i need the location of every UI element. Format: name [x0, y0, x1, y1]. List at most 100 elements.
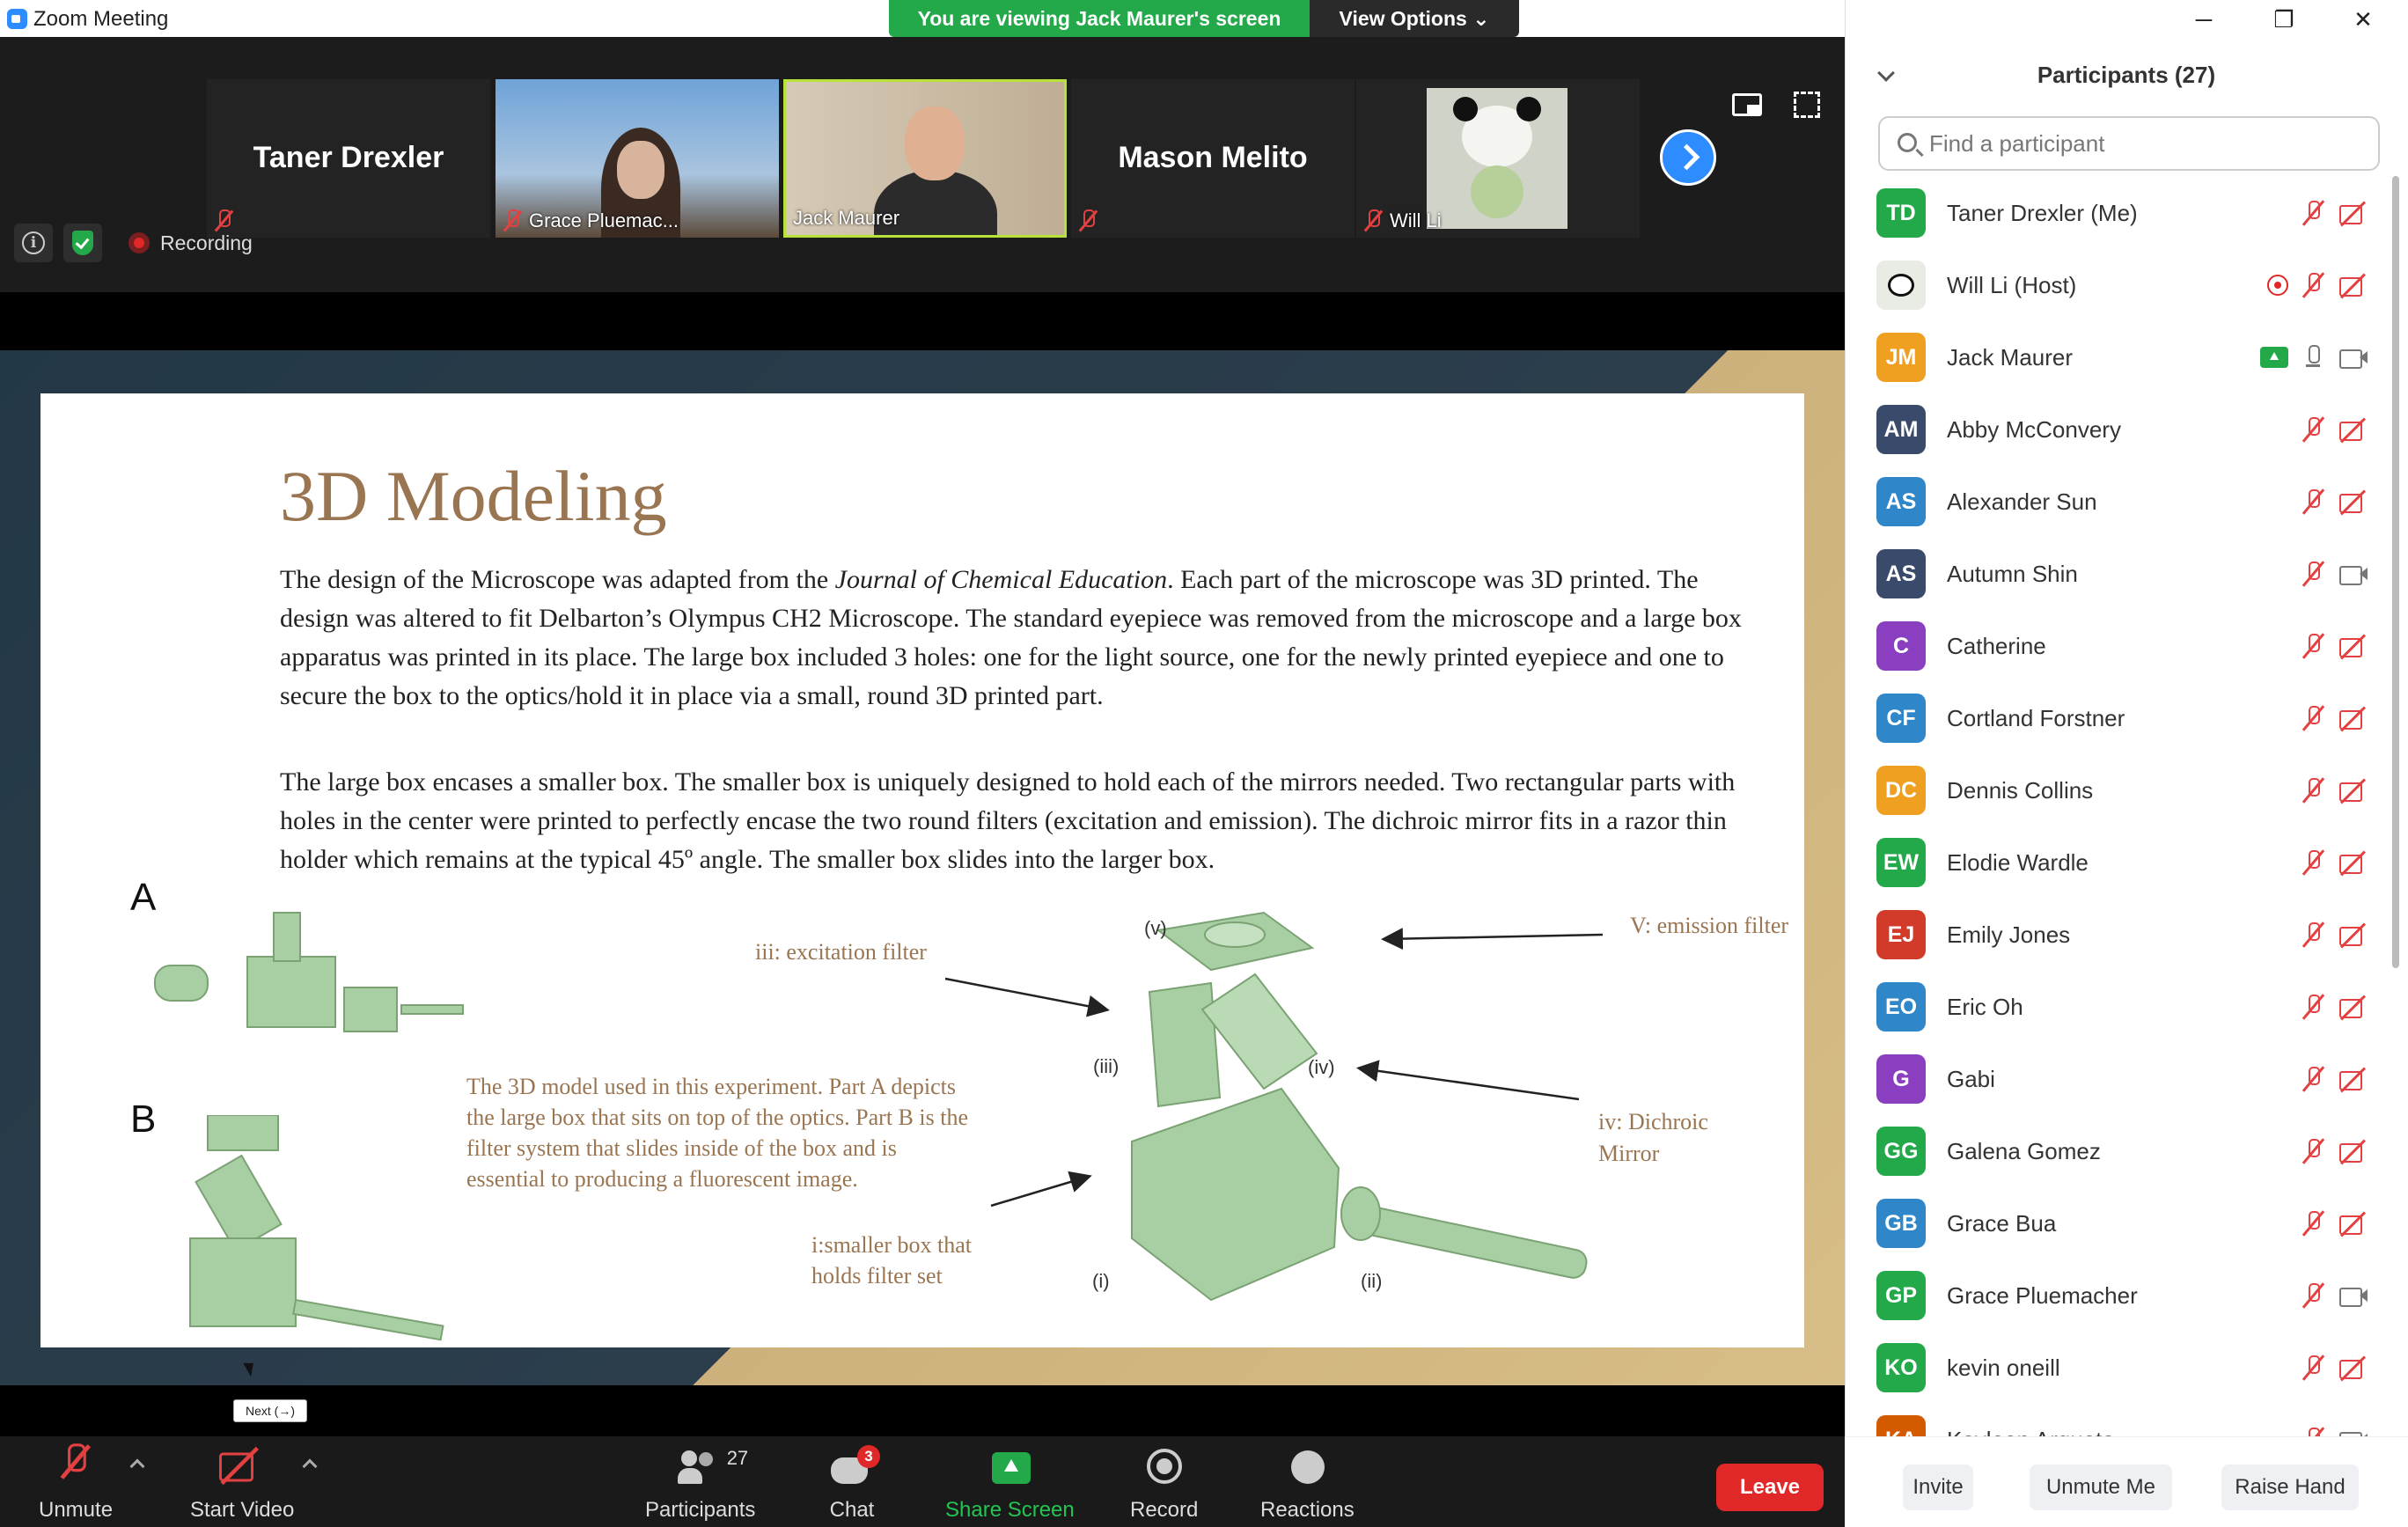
video-off-icon: [2338, 848, 2369, 877]
reactions-smiley-icon: [1291, 1450, 1325, 1484]
participant-status-icons: [2301, 1281, 2369, 1310]
reactions-button[interactable]: Reactions: [1260, 1445, 1354, 1523]
minimize-icon[interactable]: ─: [2182, 4, 2226, 35]
meeting-info-button[interactable]: i: [14, 224, 53, 262]
participant-row[interactable]: KO kevin oneill: [1876, 1341, 2369, 1394]
participant-row[interactable]: Will Li (Host): [1876, 259, 2369, 312]
avatar: EO: [1876, 982, 1926, 1031]
muted-mic-icon: [59, 1443, 90, 1480]
mic-muted-icon: [2301, 1426, 2325, 1436]
next-page-arrow-button[interactable]: [1660, 129, 1716, 186]
participant-row[interactable]: AS Autumn Shin: [1876, 547, 2369, 600]
participant-row[interactable]: TD Taner Drexler (Me): [1876, 187, 2369, 239]
avatar: EW: [1876, 838, 1926, 887]
leave-button[interactable]: Leave: [1716, 1464, 1824, 1511]
avatar: GB: [1876, 1199, 1926, 1248]
participant-row[interactable]: G Gabi: [1876, 1053, 2369, 1105]
participant-row[interactable]: C Catherine: [1876, 620, 2369, 672]
viewing-screen-banner: You are viewing Jack Maurer's screen: [889, 0, 1310, 37]
video-off-icon: [2338, 1065, 2369, 1093]
audio-options-caret[interactable]: [129, 1458, 145, 1474]
close-icon[interactable]: ✕: [2341, 4, 2385, 35]
participant-row[interactable]: EW Elodie Wardle: [1876, 836, 2369, 889]
view-options-button[interactable]: View Options ⌄: [1310, 0, 1519, 37]
participant-row[interactable]: GP Grace Pluemacher: [1876, 1269, 2369, 1322]
video-tile-mason[interactable]: Mason Melito: [1071, 79, 1354, 238]
video-camera-icon: [2338, 343, 2369, 371]
figure-arrows: [944, 928, 1604, 1208]
restore-icon[interactable]: ❐: [2262, 4, 2306, 35]
participant-status-icons: [2301, 1426, 2369, 1436]
participant-row[interactable]: GG Galena Gomez: [1876, 1125, 2369, 1178]
participant-row[interactable]: KAKayleen Argueta: [1876, 1413, 2369, 1436]
share-screen-label: Share Screen: [945, 1498, 1075, 1522]
mic-muted-icon: [2301, 1209, 2325, 1237]
participant-list-scrollbar[interactable]: [2392, 176, 2399, 968]
avatar: G: [1876, 1054, 1926, 1104]
participant-status-icons: [2267, 271, 2369, 299]
avatar: CF: [1876, 694, 1926, 743]
video-camera-icon: [2338, 1281, 2369, 1310]
participant-row[interactable]: AS Alexander Sun: [1876, 475, 2369, 528]
shield-check-icon: [72, 231, 93, 255]
participants-icon: [680, 1450, 697, 1466]
participant-row[interactable]: CF Cortland Forstner: [1876, 692, 2369, 745]
window-controls: ─ ❐ ✕: [1845, 0, 2408, 37]
video-tile-jack-active-speaker[interactable]: Jack Maurer: [783, 79, 1067, 238]
participant-row[interactable]: EJ Emily Jones: [1876, 908, 2369, 961]
participants-button[interactable]: 27 Participants: [645, 1445, 755, 1523]
avatar: KO: [1876, 1343, 1926, 1392]
panda-avatar: [1876, 261, 1926, 310]
start-video-button[interactable]: Start Video: [190, 1445, 294, 1523]
video-off-icon: [217, 1443, 264, 1486]
avatar: EJ: [1876, 910, 1926, 959]
participant-status-icons: [2301, 1354, 2369, 1382]
unmute-me-button[interactable]: Unmute Me: [2030, 1465, 2172, 1510]
record-button[interactable]: Record: [1130, 1445, 1198, 1523]
invite-button[interactable]: Invite: [1903, 1465, 1973, 1510]
reactions-label: Reactions: [1260, 1498, 1354, 1522]
video-camera-icon: [2338, 560, 2369, 588]
participant-status-icons: [2301, 993, 2369, 1021]
participant-row[interactable]: DC Dennis Collins: [1876, 764, 2369, 817]
participant-status-icons: [2301, 921, 2369, 949]
gallery-view-icon[interactable]: [1732, 93, 1762, 116]
participant-status-icons: [2301, 488, 2369, 516]
participant-face: [617, 141, 664, 199]
tile-caption: Grace Pluemac...: [529, 209, 679, 231]
raise-hand-button[interactable]: Raise Hand: [2221, 1465, 2359, 1510]
participant-row[interactable]: EO Eric Oh: [1876, 980, 2369, 1033]
unmute-button[interactable]: Unmute: [39, 1443, 113, 1523]
chat-button[interactable]: 3 Chat: [827, 1445, 880, 1523]
avatar: AM: [1876, 405, 1926, 454]
participant-row[interactable]: JM Jack Maurer: [1876, 331, 2369, 384]
encryption-button[interactable]: [63, 224, 102, 262]
zoom-logo-icon: [7, 9, 27, 29]
mic-muted-icon: [2301, 560, 2325, 588]
video-tile-taner[interactable]: Taner Drexler: [207, 79, 490, 238]
video-options-caret[interactable]: [302, 1458, 318, 1474]
fullscreen-icon[interactable]: [1794, 92, 1820, 118]
tile-caption: Will Li: [1390, 209, 1442, 231]
participants-label: Participants: [645, 1498, 756, 1522]
participant-status-icons: [2301, 1209, 2369, 1237]
avatar: AS: [1876, 477, 1926, 526]
participant-status-icons: [2301, 632, 2369, 660]
video-off-icon: [2338, 921, 2369, 949]
video-off-icon: [2338, 632, 2369, 660]
recording-icon: [2267, 275, 2288, 296]
avatar: GG: [1876, 1127, 1926, 1176]
chat-unread-badge: 3: [857, 1445, 880, 1468]
avatar: KA: [1876, 1415, 1926, 1436]
video-tile-grace[interactable]: Grace Pluemac...: [496, 79, 779, 238]
search-icon: [1898, 133, 1917, 152]
participant-search-input[interactable]: Find a participant: [1878, 116, 2380, 171]
participant-status-icons: [2301, 848, 2369, 877]
mic-muted-icon: [2301, 1137, 2325, 1165]
video-tile-will[interactable]: Will Li: [1356, 79, 1640, 238]
participant-row[interactable]: AM Abby McConvery: [1876, 403, 2369, 456]
share-screen-button[interactable]: Share Screen: [945, 1445, 1075, 1523]
participant-status-icons: [2301, 560, 2369, 588]
share-screen-icon: [992, 1452, 1031, 1484]
participant-row[interactable]: GB Grace Bua: [1876, 1197, 2369, 1250]
